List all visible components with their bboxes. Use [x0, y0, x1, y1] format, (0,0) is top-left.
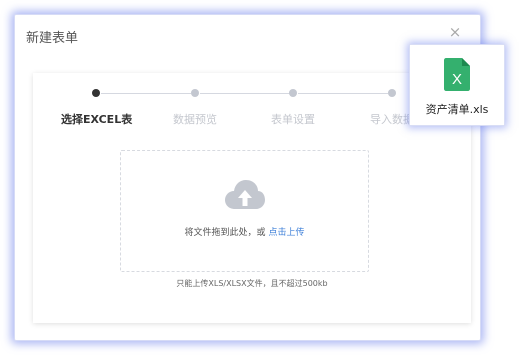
click-to-upload-link[interactable]: 点击上传 [268, 228, 304, 238]
excel-letter: X [452, 71, 462, 88]
upload-panel: 选择EXCEL表 数据预览 表单设置 导入数据 将文件拖到此处，或 点击上传 只… [33, 73, 471, 323]
step-2-label: 数据预览 [173, 113, 217, 126]
close-icon[interactable]: × [448, 25, 462, 40]
step-connector [101, 93, 191, 94]
step-2-dot [191, 89, 199, 97]
cloud-upload-icon [225, 180, 265, 209]
step-connector [298, 93, 388, 94]
excel-file-icon: X [444, 58, 470, 91]
step-1-label: 选择EXCEL表 [61, 113, 133, 126]
file-name: 资产清单.xls [425, 103, 489, 116]
step-1-dot [92, 89, 100, 97]
dragged-file-card[interactable]: X 资产清单.xls [409, 44, 505, 126]
step-4-dot [388, 89, 396, 97]
file-drop-zone[interactable]: 将文件拖到此处，或 点击上传 [120, 150, 369, 272]
step-3-dot [289, 89, 297, 97]
step-3-label: 表单设置 [271, 113, 315, 126]
step-connector [200, 93, 290, 94]
upload-hint: 只能上传XLS/XLSX文件，且不超过500kb [176, 279, 328, 288]
drop-text: 将文件拖到此处，或 [184, 228, 266, 238]
step-4-label: 导入数据 [370, 113, 414, 126]
drop-instructions: 将文件拖到此处，或 点击上传 [121, 225, 368, 238]
dialog-title: 新建表单 [26, 31, 79, 46]
